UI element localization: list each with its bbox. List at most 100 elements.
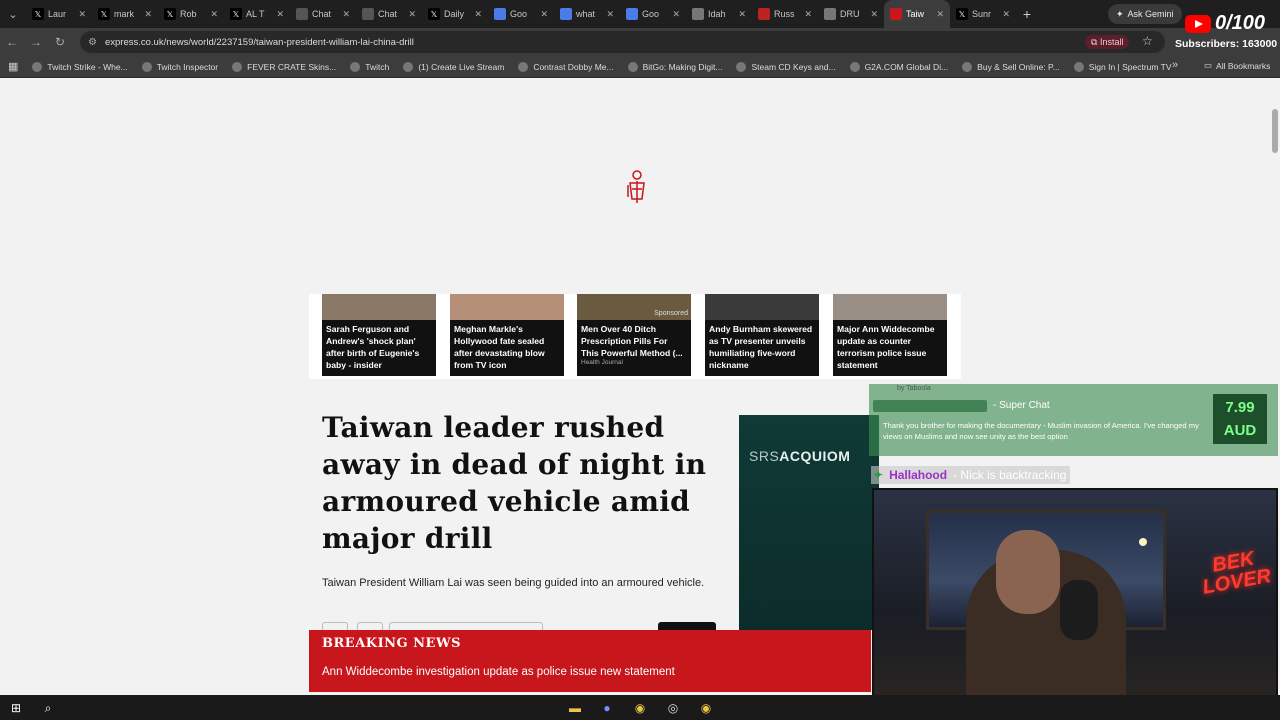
tab-14[interactable]: 𝕏 Sunr ✕ bbox=[950, 0, 1016, 28]
tab-5[interactable]: Chat ✕ bbox=[356, 0, 422, 28]
close-icon[interactable]: ✕ bbox=[144, 9, 152, 20]
chat-message: ✦ Hallahood - Nick is backtracking bbox=[871, 466, 1071, 484]
apps-grid-icon[interactable]: ▦ bbox=[8, 60, 18, 73]
advertisement[interactable]: SRSACQUIOM bbox=[739, 415, 879, 630]
chatgpt-icon bbox=[362, 8, 374, 20]
youtube-icon bbox=[1185, 15, 1211, 33]
close-icon[interactable]: ✕ bbox=[276, 9, 284, 20]
tab-search-icon[interactable]: ⌄ bbox=[0, 0, 26, 28]
x-icon: 𝕏 bbox=[956, 8, 968, 20]
promo-title: Andy Burnham skewered as TV presenter un… bbox=[709, 324, 813, 370]
close-icon[interactable]: ✕ bbox=[210, 9, 218, 20]
address-bar[interactable]: ⚙ express.co.uk/news/world/2237159/taiwa… bbox=[80, 31, 1165, 53]
x-icon: 𝕏 bbox=[98, 8, 110, 20]
close-icon[interactable]: ✕ bbox=[78, 9, 86, 20]
bookmark-item[interactable]: G2A.COM Global Di... bbox=[849, 61, 948, 72]
new-tab-button[interactable]: + bbox=[1016, 6, 1038, 22]
promo-card[interactable]: Major Ann Widdecombe update as counter t… bbox=[833, 294, 947, 376]
tab-1[interactable]: 𝕏mark ✕ bbox=[92, 0, 158, 28]
breaking-news-banner[interactable]: BREAKING NEWS Ann Widdecombe investigati… bbox=[309, 630, 871, 692]
close-icon[interactable]: ✕ bbox=[804, 9, 812, 20]
ad-brand-light: SRS bbox=[749, 448, 780, 464]
site-info-icon[interactable]: ⚙ bbox=[88, 37, 97, 48]
discord-icon[interactable]: ● bbox=[599, 700, 615, 716]
bookmark-label: Twitch bbox=[365, 61, 390, 72]
obs-icon[interactable]: ◎ bbox=[665, 700, 681, 716]
bookmark-item[interactable]: (1) Create Live Stream bbox=[403, 61, 504, 72]
superchat-amount-value: 7.99 bbox=[1225, 399, 1255, 416]
promo-card[interactable]: Men Over 40 Ditch Prescription Pills For… bbox=[577, 294, 691, 376]
promo-thumbnail bbox=[705, 294, 819, 320]
chrome-icon[interactable]: ◉ bbox=[632, 700, 648, 716]
promo-card[interactable]: Meghan Markle's Hollywood fate sealed af… bbox=[450, 294, 564, 376]
bookmark-favicon-icon bbox=[518, 61, 529, 72]
gemini-icon: ✦ bbox=[1116, 8, 1124, 19]
more-bookmarks-icon[interactable]: » bbox=[1172, 59, 1178, 71]
bookmark-item[interactable]: FEVER CRATE Skins... bbox=[232, 61, 336, 72]
tab-3[interactable]: 𝕏 AL T ✕ bbox=[224, 0, 290, 28]
close-icon[interactable]: ✕ bbox=[342, 9, 350, 20]
globe-icon bbox=[692, 8, 704, 20]
tab-0[interactable]: 𝕏 Laur ✕ bbox=[26, 0, 92, 28]
x-icon: 𝕏 bbox=[428, 8, 440, 20]
forward-icon[interactable]: → bbox=[24, 35, 48, 49]
close-icon[interactable]: ✕ bbox=[936, 9, 944, 20]
tab-9[interactable]: Goo ✕ bbox=[620, 0, 686, 28]
close-icon[interactable]: ✕ bbox=[474, 9, 482, 20]
close-icon[interactable]: ✕ bbox=[1002, 9, 1010, 20]
bookmark-item[interactable]: Sign In | Spectrum TV bbox=[1073, 61, 1172, 72]
tab-10[interactable]: Idah ✕ bbox=[686, 0, 752, 28]
promo-title: Meghan Markle's Hollywood fate sealed af… bbox=[454, 324, 545, 370]
bookmark-item[interactable]: Contrast Dobby Me... bbox=[518, 61, 614, 72]
bookmark-item[interactable]: Buy & Sell Online: P... bbox=[962, 61, 1060, 72]
folder-icon: ▭ bbox=[1204, 60, 1213, 70]
reload-icon[interactable]: ↻ bbox=[48, 35, 72, 49]
bookmark-star-icon[interactable]: ☆ bbox=[1142, 34, 1153, 48]
superchat-currency: AUD bbox=[1223, 422, 1257, 439]
bookmark-favicon-icon bbox=[962, 61, 973, 72]
tab-11[interactable]: Russ ✕ bbox=[752, 0, 818, 28]
tab-label: Russ bbox=[774, 9, 795, 19]
bookmark-item[interactable]: Twitch Strike - Whe... bbox=[32, 61, 128, 72]
x-icon: 𝕏 bbox=[164, 8, 176, 20]
tab-label: Idah bbox=[708, 9, 726, 19]
bookmark-item[interactable]: Twitch bbox=[350, 61, 390, 72]
install-app-button[interactable]: ⧉ Install bbox=[1085, 35, 1130, 49]
ask-gemini-button[interactable]: ✦ Ask Gemini bbox=[1108, 4, 1182, 24]
tab-label: AL T bbox=[246, 9, 265, 19]
tab-label: Rob bbox=[180, 9, 197, 19]
bookmark-item[interactable]: Steam CD Keys and... bbox=[736, 61, 836, 72]
tab-12[interactable]: DRU ✕ bbox=[818, 0, 884, 28]
bookmark-item[interactable]: BitGo: Making Digit... bbox=[627, 61, 722, 72]
promo-strip: Sarah Ferguson and Andrew's 'shock plan'… bbox=[309, 294, 961, 379]
all-bookmarks-button[interactable]: ▭ All Bookmarks bbox=[1204, 60, 1270, 71]
close-icon[interactable]: ✕ bbox=[408, 9, 416, 20]
back-icon[interactable]: ← bbox=[0, 35, 24, 49]
close-icon[interactable]: ✕ bbox=[870, 9, 878, 20]
taboola-label: by Taboola bbox=[897, 385, 931, 392]
bookmark-item[interactable]: Twitch Inspector bbox=[141, 61, 218, 72]
promo-card[interactable]: Andy Burnham skewered as TV presenter un… bbox=[705, 294, 819, 376]
install-icon: ⧉ bbox=[1091, 36, 1100, 47]
url-text: express.co.uk/news/world/2237159/taiwan-… bbox=[104, 36, 414, 48]
promo-card[interactable]: Sarah Ferguson and Andrew's 'shock plan'… bbox=[322, 294, 436, 376]
tab-label: Sunr bbox=[972, 9, 992, 19]
tab-8[interactable]: what ✕ bbox=[554, 0, 620, 28]
neon-sign: BEK LOVER bbox=[1200, 547, 1273, 599]
close-icon[interactable]: ✕ bbox=[672, 9, 680, 20]
tab-7[interactable]: Goo ✕ bbox=[488, 0, 554, 28]
tab-2[interactable]: 𝕏 Rob ✕ bbox=[158, 0, 224, 28]
scrollbar-thumb[interactable] bbox=[1272, 109, 1278, 153]
chrome-active-icon[interactable]: ◉ bbox=[698, 700, 714, 716]
tab-6[interactable]: 𝕏 Daily ✕ bbox=[422, 0, 488, 28]
tab-4[interactable]: Chat ✕ bbox=[290, 0, 356, 28]
file-explorer-icon[interactable]: ▬ bbox=[567, 700, 583, 716]
tab-13[interactable]: Taiw ✕ bbox=[884, 0, 950, 28]
close-icon[interactable]: ✕ bbox=[738, 9, 746, 20]
windows-start-icon[interactable]: ⊞ bbox=[8, 700, 24, 716]
close-icon[interactable]: ✕ bbox=[606, 9, 614, 20]
bookmark-label: Steam CD Keys and... bbox=[751, 61, 836, 72]
search-icon[interactable]: ⌕ bbox=[40, 700, 56, 716]
close-icon[interactable]: ✕ bbox=[540, 9, 548, 20]
promo-source: Health Journal bbox=[581, 359, 623, 366]
